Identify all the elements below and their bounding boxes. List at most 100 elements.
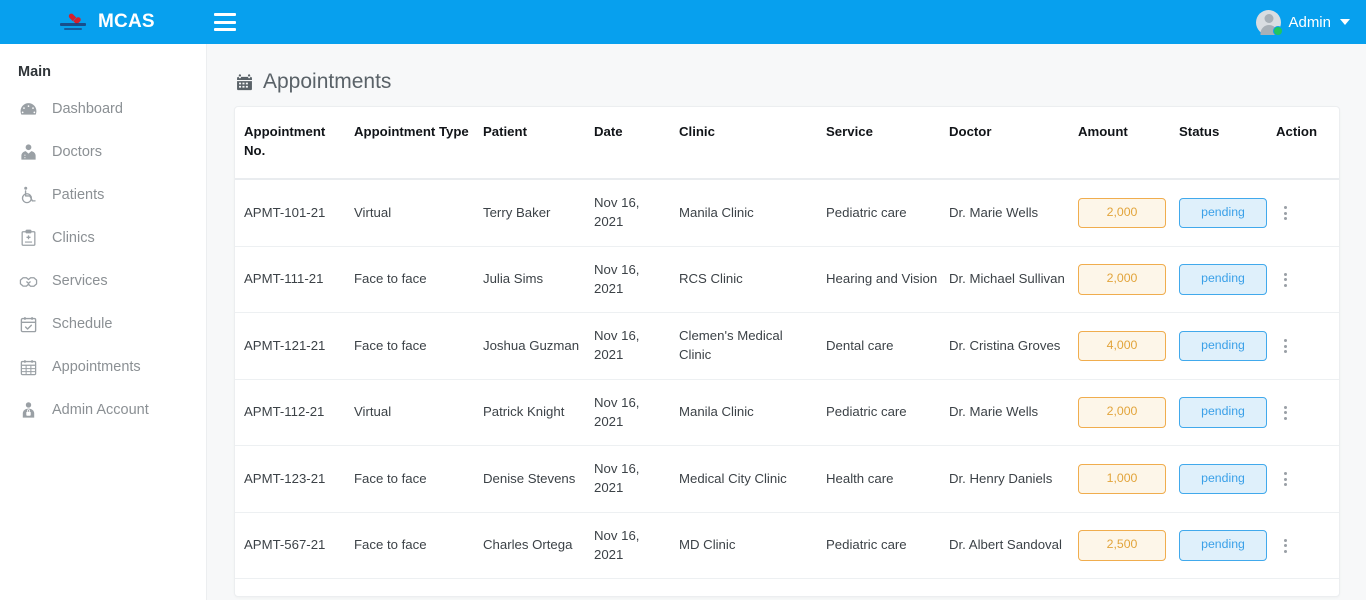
col-header-clinic[interactable]: Clinic — [679, 107, 826, 181]
cell-patient: Charles Ortega — [483, 512, 594, 580]
chevron-down-icon — [1340, 19, 1350, 25]
cell-appointment-no: APMT-111-21 — [235, 246, 354, 314]
sidebar-item-label: Dashboard — [52, 101, 123, 118]
cell-status: pending — [1179, 246, 1276, 314]
sidebar-item-doctors[interactable]: Doctors — [0, 131, 206, 174]
cell-clinic: Clemen's Medical Clinic — [679, 312, 826, 380]
cell-service: Dental care — [826, 312, 949, 380]
kebab-menu-icon[interactable] — [1276, 538, 1294, 553]
cell-service: Dental care — [826, 578, 949, 596]
cell-status: pending — [1179, 445, 1276, 513]
cell-doctor: Dr. Linda Barrett — [949, 578, 1078, 596]
cell-doctor: Dr. Marie Wells — [949, 379, 1078, 447]
cell-appointment-type: Face to face — [354, 578, 483, 596]
calendar-icon — [235, 73, 254, 92]
table-head: Appointment No. Appointment Type Patient… — [235, 107, 1339, 181]
cell-amount: 4,000 — [1078, 312, 1179, 380]
status-badge[interactable]: pending — [1179, 397, 1267, 428]
sidebar-item-schedule[interactable]: Schedule — [0, 303, 206, 346]
main-content: Appointments Appointment No. Appointment… — [207, 44, 1366, 600]
cell-appointment-no: APMT-123-21 — [235, 445, 354, 513]
cell-patient: Terry Baker — [483, 179, 594, 247]
user-menu-dropdown[interactable]: Admin — [1256, 9, 1366, 36]
sidebar-item-admin-account[interactable]: Admin Account — [0, 389, 206, 432]
cell-doctor: Dr. Cristina Groves — [949, 312, 1078, 380]
sidebar-item-services[interactable]: Services — [0, 260, 206, 303]
cell-clinic: Manila Clinic — [679, 179, 826, 247]
table-body: APMT-101-21 Virtual Terry Baker Nov 16, 202… — [235, 179, 1339, 596]
cell-appointment-no: APMT-101-21 — [235, 179, 354, 247]
cell-date: Nov 16, 2021 — [594, 379, 679, 447]
cell-appointment-type: Face to face — [354, 445, 483, 513]
sidebar-item-label: Services — [52, 273, 108, 290]
cell-status: pending — [1179, 512, 1276, 580]
status-badge[interactable]: pending — [1179, 330, 1267, 362]
cell-date: Nov 16, 2021 — [594, 246, 679, 314]
hamburger-menu-icon[interactable] — [214, 13, 236, 31]
table-row: APMT-101-21 Virtual Terry Baker Nov 16, 202… — [235, 179, 1339, 247]
cell-action — [1276, 312, 1339, 380]
col-header-service[interactable]: Service — [826, 107, 949, 181]
cell-appointment-type: Face to face — [354, 512, 483, 580]
cell-amount: 2,000 — [1078, 179, 1179, 247]
cell-service: Pediatric care — [826, 379, 949, 447]
sidebar-item-label: Admin Account — [52, 402, 149, 419]
cell-service: Pediatric care — [826, 179, 949, 247]
table-row: APMT-345-21Face to faceMelissa BurtonNov… — [235, 578, 1339, 596]
sidebar-item-clinics[interactable]: Clinics — [0, 217, 206, 260]
cell-action — [1276, 578, 1339, 596]
col-header-amount[interactable]: Amount — [1078, 107, 1179, 181]
cell-patient: Denise Stevens — [483, 445, 594, 513]
sidebar-item-label: Schedule — [52, 316, 113, 333]
cell-patient: Joshua Guzman — [483, 312, 594, 380]
sidebar: Main Dashboard Doctors Patients Clinics … — [0, 44, 207, 600]
cell-status: pending — [1179, 312, 1276, 380]
status-badge[interactable]: pending — [1179, 197, 1267, 229]
cell-appointment-type: Virtual — [354, 379, 483, 447]
status-badge[interactable]: pending — [1179, 530, 1267, 561]
cell-appointment-type: Virtual — [354, 179, 483, 247]
cell-service: Pediatric care — [826, 512, 949, 580]
cell-amount: 2,000 — [1078, 379, 1179, 447]
cell-service: Health care — [826, 445, 949, 513]
kebab-menu-icon[interactable] — [1276, 472, 1294, 487]
dashboard-gauge-icon — [19, 100, 38, 119]
cell-patient: Melissa Burton — [483, 578, 594, 596]
amount-badge: 2,500 — [1078, 530, 1166, 561]
amount-badge: 2,000 — [1078, 397, 1166, 428]
kebab-menu-icon[interactable] — [1276, 405, 1294, 420]
cell-doctor: Dr. Henry Daniels — [949, 445, 1078, 513]
cell-date: Nov 16, 2021 — [594, 445, 679, 513]
brand-block[interactable]: MCAS — [0, 0, 207, 44]
status-badge[interactable]: pending — [1179, 463, 1267, 495]
col-header-appointment-type[interactable]: Appointment Type — [354, 107, 483, 181]
appointments-card: Appointment No. Appointment Type Patient… — [234, 106, 1340, 597]
col-header-date[interactable]: Date — [594, 107, 679, 181]
col-header-action[interactable]: Action — [1276, 107, 1339, 181]
sidebar-item-appointments[interactable]: Appointments — [0, 346, 206, 389]
cell-clinic: Manila Clinic — [679, 379, 826, 447]
sidebar-item-patients[interactable]: Patients — [0, 174, 206, 217]
table-row: APMT-567-21 Face to face Charles Ortega Nov… — [235, 512, 1339, 580]
cell-patient: Julia Sims — [483, 246, 594, 314]
col-header-doctor[interactable]: Doctor — [949, 107, 1078, 181]
col-header-appointment-no[interactable]: Appointment No. — [235, 107, 354, 181]
cell-status: pending — [1179, 379, 1276, 447]
sidebar-item-dashboard[interactable]: Dashboard — [0, 88, 206, 131]
calendar-check-icon — [19, 315, 38, 334]
col-header-status[interactable]: Status — [1179, 107, 1276, 181]
col-header-patient[interactable]: Patient — [483, 107, 594, 181]
cell-clinic: MD Clinic — [679, 512, 826, 580]
cell-appointment-type: Face to face — [354, 246, 483, 314]
kebab-menu-icon[interactable] — [1276, 206, 1294, 221]
kebab-menu-icon[interactable] — [1276, 272, 1294, 287]
app-root: MCAS Admin Main Dashboard Doctors Patien… — [0, 0, 1366, 600]
status-badge[interactable]: pending — [1179, 264, 1267, 295]
kebab-menu-icon[interactable] — [1276, 339, 1294, 354]
cell-doctor: Dr. Albert Sandoval — [949, 512, 1078, 580]
cell-clinic: Medical City Clinic — [679, 445, 826, 513]
sidebar-section-heading: Main — [18, 64, 52, 80]
cell-action — [1276, 445, 1339, 513]
cell-appointment-no: APMT-121-21 — [235, 312, 354, 380]
cell-doctor: Dr. Michael Sullivan — [949, 246, 1078, 314]
